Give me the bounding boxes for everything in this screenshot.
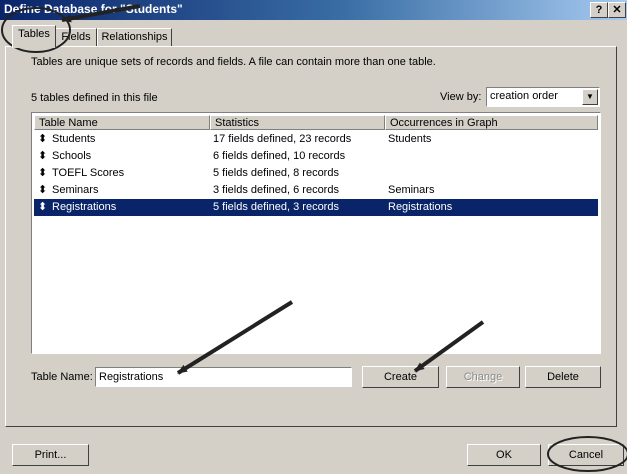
occurrences-cell: Registrations <box>388 201 453 213</box>
chevron-down-icon[interactable]: ▼ <box>582 89 598 105</box>
table-row[interactable]: ⬍ TOEFL Scores 5 fields defined, 8 recor… <box>34 165 598 182</box>
cancel-button[interactable]: Cancel <box>548 444 624 466</box>
tab-relationships-label: Relationships <box>101 31 168 43</box>
ok-button[interactable]: OK <box>467 444 541 466</box>
table-name-input[interactable] <box>95 367 352 387</box>
table-row[interactable]: ⬍ Students 17 fields defined, 23 records… <box>34 131 598 148</box>
change-button[interactable]: Change <box>446 366 520 388</box>
drag-handle-icon[interactable]: ⬍ <box>38 199 47 216</box>
column-header-statistics[interactable]: Statistics <box>210 115 385 130</box>
drag-handle-icon[interactable]: ⬍ <box>38 131 47 148</box>
table-name-cell: Students <box>52 133 96 145</box>
description-text: Tables are unique sets of records and fi… <box>31 56 436 68</box>
tables-list[interactable]: Table Name Statistics Occurrences in Gra… <box>31 112 601 354</box>
statistics-cell: 17 fields defined, 23 records <box>213 133 352 145</box>
help-button[interactable]: ? <box>590 2 608 18</box>
table-row[interactable]: ⬍ Schools 6 fields defined, 10 records <box>34 148 598 165</box>
statistics-cell: 6 fields defined, 10 records <box>213 150 346 162</box>
tab-fields-label: Fields <box>61 31 91 43</box>
table-row[interactable]: ⬍ Registrations 5 fields defined, 3 reco… <box>34 199 598 216</box>
statistics-cell: 5 fields defined, 8 records <box>213 167 339 179</box>
statistics-cell: 3 fields defined, 6 records <box>213 184 339 196</box>
statistics-cell: 5 fields defined, 3 records <box>213 201 339 213</box>
tab-tables[interactable]: Tables <box>12 25 56 48</box>
title-bar: Define Database for "Students" ? ✕ <box>0 0 627 20</box>
delete-button[interactable]: Delete <box>525 366 601 388</box>
drag-handle-icon[interactable]: ⬍ <box>38 165 47 182</box>
tab-fields[interactable]: Fields <box>55 28 97 47</box>
column-header-table-name[interactable]: Table Name <box>34 115 210 130</box>
column-header-occurrences[interactable]: Occurrences in Graph <box>385 115 598 130</box>
window-title: Define Database for "Students" <box>4 2 183 16</box>
table-name-cell: TOEFL Scores <box>52 167 125 179</box>
view-by-select[interactable]: creation order ▼ <box>486 87 600 107</box>
table-name-label: Table Name: <box>31 371 93 383</box>
occurrences-cell: Seminars <box>388 184 435 196</box>
table-name-cell: Schools <box>52 150 92 162</box>
table-name-cell: Registrations <box>52 201 117 213</box>
view-by-label: View by: <box>440 91 482 103</box>
create-button[interactable]: Create <box>362 366 439 388</box>
drag-handle-icon[interactable]: ⬍ <box>38 148 47 165</box>
table-count: 5 tables defined in this file <box>31 92 158 104</box>
table-row[interactable]: ⬍ Seminars 3 fields defined, 6 records S… <box>34 182 598 199</box>
table-name-cell: Seminars <box>52 184 99 196</box>
print-button[interactable]: Print... <box>12 444 89 466</box>
drag-handle-icon[interactable]: ⬍ <box>38 182 47 199</box>
close-button[interactable]: ✕ <box>608 2 626 18</box>
occurrences-cell: Students <box>388 133 432 145</box>
tab-relationships[interactable]: Relationships <box>97 28 172 47</box>
tab-tables-label: Tables <box>18 28 50 40</box>
view-by-value: creation order <box>490 90 558 102</box>
